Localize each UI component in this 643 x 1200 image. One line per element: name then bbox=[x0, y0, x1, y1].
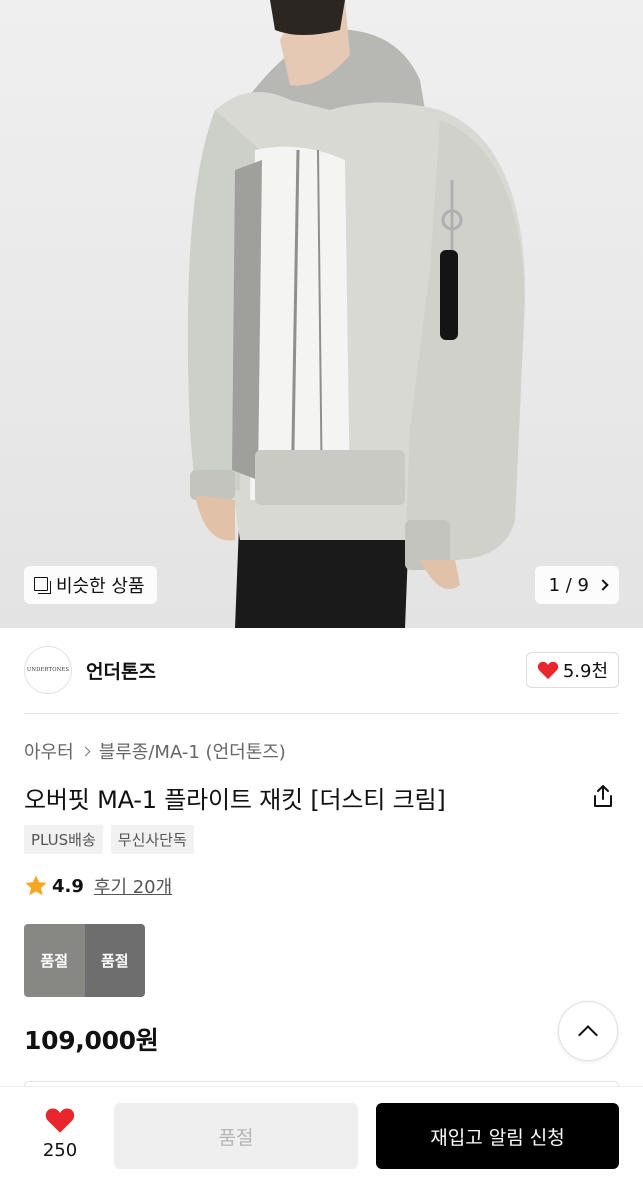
wishlist-count: 250 bbox=[42, 1140, 78, 1161]
product-photo bbox=[187, 0, 525, 628]
rating-row: 4.9 후기 20개 bbox=[24, 873, 172, 899]
color-option-thumbnails[interactable]: 품절 품절 bbox=[24, 924, 145, 997]
rating-score: 4.9 bbox=[52, 875, 84, 897]
soldout-label: 품절 bbox=[40, 952, 69, 970]
brand-name[interactable]: 언더톤즈 bbox=[86, 657, 156, 684]
brand-logo[interactable]: UNDERTONES bbox=[24, 646, 72, 694]
image-counter[interactable]: 1 / 9 bbox=[534, 566, 619, 604]
similar-products-label: 비슷한 상품 bbox=[56, 576, 145, 597]
breadcrumb-item-category[interactable]: 아우터 bbox=[24, 738, 74, 764]
soldout-label: 품절 bbox=[100, 952, 129, 970]
wishlist-button[interactable]: 250 bbox=[36, 1106, 84, 1161]
star-icon bbox=[25, 875, 47, 896]
share-icon[interactable] bbox=[590, 783, 616, 809]
brand-like-count: 5.9천 bbox=[562, 661, 608, 682]
divider bbox=[24, 713, 619, 714]
similar-products-button[interactable]: 비슷한 상품 bbox=[24, 566, 157, 604]
product-price: 109,000원 bbox=[24, 1026, 159, 1055]
tag-exclusive: 무신사단독 bbox=[110, 825, 194, 854]
option-thumbnail-black[interactable]: 품절 bbox=[84, 924, 145, 997]
chevron-up-icon bbox=[578, 1025, 598, 1045]
tag-plus-delivery: PLUS배송 bbox=[24, 825, 103, 854]
chevron-right-icon bbox=[597, 579, 609, 591]
product-tags: PLUS배송 무신사단독 bbox=[24, 825, 194, 854]
brand-like-button[interactable]: 5.9천 bbox=[525, 652, 619, 688]
soldout-button: 품절 bbox=[114, 1103, 358, 1169]
brand-row: UNDERTONES 언더톤즈 5.9천 bbox=[24, 646, 619, 694]
similar-items-icon bbox=[34, 577, 51, 594]
reviews-link[interactable]: 후기 20개 bbox=[94, 873, 172, 899]
product-title: 오버핏 MA-1 플라이트 재킷 [더스티 크림] bbox=[24, 786, 446, 814]
chevron-right-icon bbox=[80, 746, 91, 756]
breadcrumb: 아우터 블루종/MA-1 (언더톤즈) bbox=[24, 738, 286, 764]
product-image-carousel[interactable]: 비슷한 상품 1 / 9 bbox=[0, 0, 643, 628]
brand-logo-text: UNDERTONES bbox=[26, 667, 70, 673]
option-thumbnail-cream[interactable]: 품절 bbox=[24, 924, 85, 997]
breadcrumb-item-subcategory[interactable]: 블루종/MA-1 (언더톤즈) bbox=[99, 738, 286, 764]
restock-alert-button[interactable]: 재입고 알림 신청 bbox=[376, 1103, 619, 1169]
heart-icon bbox=[45, 1108, 75, 1133]
image-counter-text: 1 / 9 bbox=[548, 574, 589, 596]
heart-icon bbox=[537, 661, 558, 680]
scroll-top-button[interactable] bbox=[558, 1001, 618, 1061]
